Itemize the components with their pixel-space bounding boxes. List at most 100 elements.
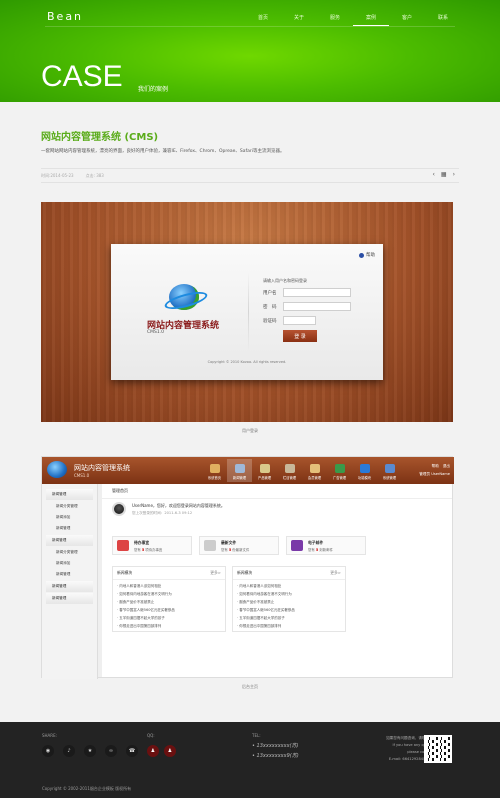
sidebar-group[interactable]: 新闻管理 [46, 489, 93, 500]
card-icon [291, 540, 303, 551]
home-icon [209, 464, 220, 473]
news-item[interactable]: · 你想走进出中国第四部排列 [237, 622, 341, 630]
sidebar-item[interactable]: 新闻管理 [42, 523, 97, 534]
nav-item-0[interactable]: 首页 [245, 14, 281, 26]
tel-item: 13xxxxxxxxx(苏) [252, 741, 299, 751]
news-item[interactable]: · 春节中国富人砸560亿元狂买奢侈品 [117, 606, 221, 614]
qr-code-icon [424, 735, 452, 763]
toolbar-item-label: 系统管理 [382, 476, 397, 480]
more-link[interactable]: 更多> [210, 570, 221, 576]
help-link[interactable]: 帮助 [359, 252, 375, 258]
douban-icon[interactable]: ☎ [126, 745, 138, 757]
card-summary: 您有 5 项待办事宜 [134, 547, 163, 552]
sidebar-item[interactable]: 新闻添加 [42, 558, 97, 569]
username-input[interactable] [283, 288, 351, 297]
news-item[interactable]: · 五羊街道四摆不起大学的孩子 [117, 614, 221, 622]
article-title: 网站内容管理系统 (CMS) [41, 132, 159, 143]
username-label: 用户名 [263, 290, 277, 296]
news-item[interactable]: · 如何看待内地游客在港不文明行为 [117, 590, 221, 598]
system-icon [384, 464, 395, 473]
toolbar-item-label: 广告管理 [332, 476, 347, 480]
admin-help-link[interactable]: 帮助 [432, 462, 439, 470]
sidebar-group[interactable]: 新闻管理 [46, 535, 93, 546]
sidebar-item[interactable]: 新闻分类管理 [42, 501, 97, 512]
more-link[interactable]: 更多> [330, 570, 341, 576]
nav-item-3[interactable]: 案例 [353, 14, 389, 26]
qq-icons: ♟ ♟ [147, 745, 176, 757]
news-box: 新闻模块 更多> · 内地人和香港人该如何相处 · 如何看待内地游客在港不文明行为 · … [232, 566, 346, 632]
nav-item-5[interactable]: 联系 [425, 14, 461, 26]
toolbar-item-0[interactable]: 系统首页 [202, 459, 227, 482]
news-item[interactable]: · 内地人和香港人该如何相处 [237, 582, 341, 590]
toolbar-item-3[interactable]: 栏目管理 [277, 459, 302, 482]
toolbar-item-label: 功能模块 [357, 476, 372, 480]
news-item[interactable]: · 内地人和香港人该如何相处 [117, 582, 221, 590]
login-prompt: 请输入用户名和密码登录 [263, 278, 307, 283]
globe-logo-icon [169, 284, 199, 310]
login-copyright: Copyright © 2010 Kovoo. All rights reser… [207, 360, 287, 364]
grid-icon[interactable]: ▦ [441, 171, 447, 178]
hero-title: CASE [41, 60, 123, 93]
product-icon [259, 464, 270, 473]
tel-list: 13xxxxxxxxx(苏)13xxxxxxxx9(苏) [252, 741, 299, 761]
globe-logo-icon [47, 461, 67, 478]
qq-avatar-icon[interactable]: ♟ [164, 745, 176, 757]
site-logo[interactable]: Bean [47, 10, 83, 23]
nav-item-2[interactable]: 服务 [317, 14, 353, 26]
login-button[interactable]: 登 录 [283, 330, 317, 342]
admin-caption: 后台主页 [242, 684, 258, 689]
news-icon [234, 464, 245, 473]
renren-icon[interactable]: ∞ [105, 745, 117, 757]
welcome-text: UserName，您好，欢迎您登录网站内容管理系统。 [132, 502, 225, 508]
card-title: 最新文件 [221, 539, 237, 545]
vertical-divider [248, 272, 249, 352]
toolbar-item-6[interactable]: 功能模块 [352, 459, 377, 482]
share-label: SHARE: [42, 733, 57, 738]
news-item[interactable]: · 副食产品价不准被禁止 [117, 598, 221, 606]
sidebar-group[interactable]: 新闻管理 [46, 593, 93, 604]
summary-cards: 待办事宜 您有 5 项待办事宜 最新文件 您有 5 份最新文件 电子邮件 您有 5 封新邮… [112, 536, 366, 555]
nav-item-4[interactable]: 客户 [389, 14, 425, 26]
prev-arrow-icon[interactable]: ‹ [433, 171, 435, 178]
ad-icon [334, 464, 345, 473]
sidebar-item[interactable]: 新闻添加 [42, 512, 97, 523]
card-icon [117, 540, 129, 551]
welcome-block: UserName，您好，欢迎您登录网站内容管理系统。 您上次登录的时间：2011… [112, 502, 225, 516]
admin-topbar: 网站内容管理系统 CMS1.0 系统首页 新闻管理 产品管理 栏目管理 会员管理 广告管理… [42, 457, 454, 484]
toolbar-item-label: 会员管理 [307, 476, 322, 480]
news-item[interactable]: · 五羊街道四摆不起大学的孩子 [237, 614, 341, 622]
news-item[interactable]: · 如何看待内地游客在港不文明行为 [237, 590, 341, 598]
toolbar-item-2[interactable]: 产品管理 [252, 459, 277, 482]
captcha-input[interactable] [283, 316, 316, 325]
admin-sidebar: 新闻管理 新闻分类管理 新闻添加 新闻管理 新闻管理 新闻分类管理 新闻添加 新闻管理 新闻管理… [42, 484, 98, 679]
sidebar-item[interactable]: 新闻管理 [42, 569, 97, 580]
card-title: 待办事宜 [134, 539, 150, 545]
toolbar-item-4[interactable]: 会员管理 [302, 459, 327, 482]
article-meta: 时间:2014-05-23 点击: 383 [41, 173, 104, 179]
news-item[interactable]: · 副食产品价不准被禁止 [237, 598, 341, 606]
weibo-icon[interactable]: ◉ [42, 745, 54, 757]
sidebar-item[interactable]: 新闻分类管理 [42, 547, 97, 558]
sidebar-group[interactable]: 新闻管理 [46, 581, 93, 592]
login-card: 帮助 网站内容管理系统 CMS1.0 请输入用户名和密码登录 用户名 密 码 验… [111, 244, 383, 380]
password-input[interactable] [283, 302, 351, 311]
admin-logout-link[interactable]: 退出 [443, 462, 450, 470]
summary-card[interactable]: 电子邮件 您有 5 封新邮件 [286, 536, 366, 555]
toolbar-item-7[interactable]: 系统管理 [377, 459, 402, 482]
username-row: 用户名 [263, 288, 351, 297]
next-arrow-icon[interactable]: › [453, 171, 455, 178]
password-row: 密 码 [263, 302, 351, 311]
favorite-icon[interactable]: ★ [84, 745, 96, 757]
news-item[interactable]: · 春节中国富人砸560亿元狂买奢侈品 [237, 606, 341, 614]
summary-card[interactable]: 待办事宜您有 5 项待办事宜 [112, 536, 192, 555]
summary-card[interactable]: 最新文件 您有 5 份最新文件 [199, 536, 279, 555]
login-caption: 用户登录 [242, 428, 258, 433]
qq-avatar-icon[interactable]: ♟ [147, 745, 159, 757]
news-item[interactable]: · 你想走进出中国第四部排列 [117, 622, 221, 630]
qzone-icon[interactable]: ♪ [63, 745, 75, 757]
toolbar-item-1[interactable]: 新闻管理 [227, 459, 252, 482]
toolbar-item-label: 栏目管理 [282, 476, 297, 480]
nav-item-1[interactable]: 关于 [281, 14, 317, 26]
member-icon [309, 464, 320, 473]
toolbar-item-5[interactable]: 广告管理 [327, 459, 352, 482]
